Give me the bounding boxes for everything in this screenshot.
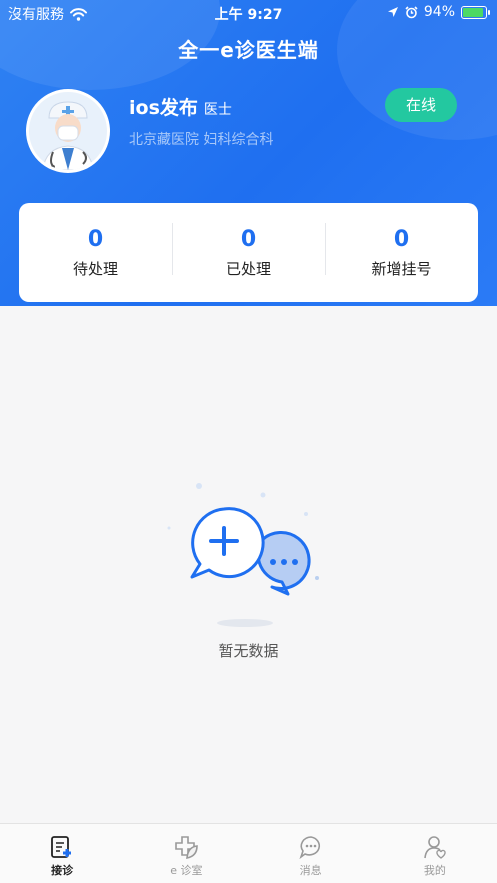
stat-label: 待处理	[72, 259, 118, 278]
avatar[interactable]	[26, 89, 110, 173]
stat-pending[interactable]: 0 待处理	[19, 227, 172, 279]
empty-state	[0, 478, 497, 632]
doctor-hospital: 北京藏医院 妇科综合科	[129, 132, 274, 148]
battery-percent: 94%	[423, 4, 455, 20]
stat-processed[interactable]: 0 已处理	[172, 222, 325, 279]
stat-value: 0	[87, 226, 104, 252]
tab-bar: 接诊 e 诊室 消息 我的	[0, 823, 497, 883]
doctor-avatar-icon	[42, 101, 94, 170]
empty-chat-icon	[167, 483, 319, 627]
stat-value: 0	[393, 226, 410, 252]
online-status-button[interactable]: 在线	[385, 88, 457, 122]
stat-label: 已处理	[225, 259, 271, 278]
status-icons: 94%	[387, 4, 490, 20]
tab-label: 接诊	[51, 864, 74, 877]
header: 沒有服務 上午 9:27 94% 全一e诊医生端 ios发布 医士 北京藏医院 …	[0, 0, 497, 306]
doctor-name-line: ios发布 医士	[129, 93, 232, 120]
tab-e-clinic[interactable]: e 诊室	[124, 824, 248, 883]
stat-value: 0	[240, 226, 257, 252]
tab-reception[interactable]: 接诊	[0, 824, 124, 883]
tab-messages[interactable]: 消息	[249, 824, 373, 883]
stats-card: 0 待处理 0 已处理 0 新增挂号	[19, 203, 478, 302]
tab-label: e 诊室	[170, 864, 203, 877]
location-arrow-icon	[387, 7, 398, 17]
doctor-title: 医士	[203, 102, 232, 118]
stat-new-registration[interactable]: 0 新增挂号	[325, 222, 478, 279]
empty-state-text: 暂无数据	[218, 642, 279, 660]
doctor-name: ios发布	[129, 97, 198, 119]
cross-leaf-icon	[175, 836, 199, 859]
battery-icon	[461, 5, 490, 19]
page-title: 全一e诊医生端	[178, 38, 319, 62]
status-bar: 沒有服務 上午 9:27 94%	[0, 0, 497, 26]
clipboard-plus-icon	[51, 836, 72, 858]
user-icon	[424, 836, 446, 859]
tab-label: 消息	[299, 864, 322, 877]
stat-label: 新增挂号	[371, 259, 432, 278]
tab-label: 我的	[423, 864, 446, 877]
alarm-icon	[405, 5, 418, 18]
chat-bubble-icon	[299, 836, 320, 860]
tab-profile[interactable]: 我的	[373, 824, 497, 883]
